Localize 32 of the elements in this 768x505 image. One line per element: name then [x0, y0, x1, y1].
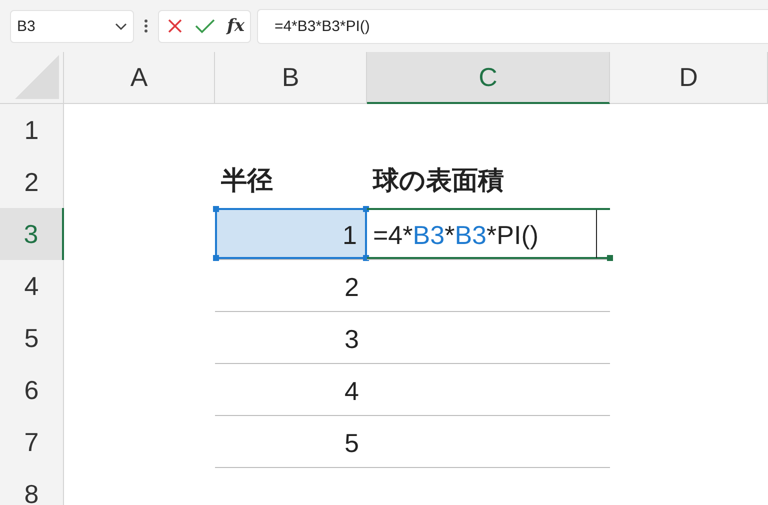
row-header[interactable]: 2: [0, 156, 64, 208]
column-header[interactable]: C: [367, 52, 610, 104]
formula-text: =4*B3*B3*PI(): [373, 220, 539, 251]
row-header[interactable]: 1: [0, 104, 64, 156]
row-header[interactable]: 5: [0, 312, 64, 364]
text-cursor: [596, 210, 597, 258]
insert-function-button[interactable]: fx: [227, 16, 244, 36]
table-cell-text: 球の表面積: [371, 164, 505, 197]
table-cell-text: 4: [344, 375, 360, 408]
row-header[interactable]: 4: [0, 260, 64, 312]
row-header[interactable]: 6: [0, 364, 64, 416]
checkmark-icon[interactable]: [195, 18, 215, 34]
table-cell-text: 3: [344, 323, 360, 356]
name-box[interactable]: B3: [10, 10, 134, 42]
row-header[interactable]: 8: [0, 468, 64, 505]
more-options-icon[interactable]: [144, 19, 148, 33]
chevron-down-icon[interactable]: [115, 23, 127, 31]
column-header[interactable]: A: [64, 52, 215, 104]
column-header[interactable]: B: [215, 52, 367, 104]
table-cell-text: 半径: [220, 164, 274, 197]
cell-editor[interactable]: =4*B3*B3*PI(): [367, 208, 610, 259]
selection-handle[interactable]: [213, 206, 219, 212]
selection-handle[interactable]: [213, 255, 219, 261]
column-header[interactable]: D: [610, 52, 768, 104]
fill-handle[interactable]: [607, 255, 613, 261]
row-header[interactable]: 3: [0, 208, 64, 260]
table-cell-text: 5: [344, 427, 360, 460]
row-header[interactable]: 7: [0, 416, 64, 468]
table-cell-text: 2: [344, 271, 360, 304]
formula-field[interactable]: =4*B3*B3*PI(): [257, 8, 768, 44]
cancel-icon[interactable]: [167, 18, 183, 34]
table-cell: 1: [215, 208, 367, 259]
